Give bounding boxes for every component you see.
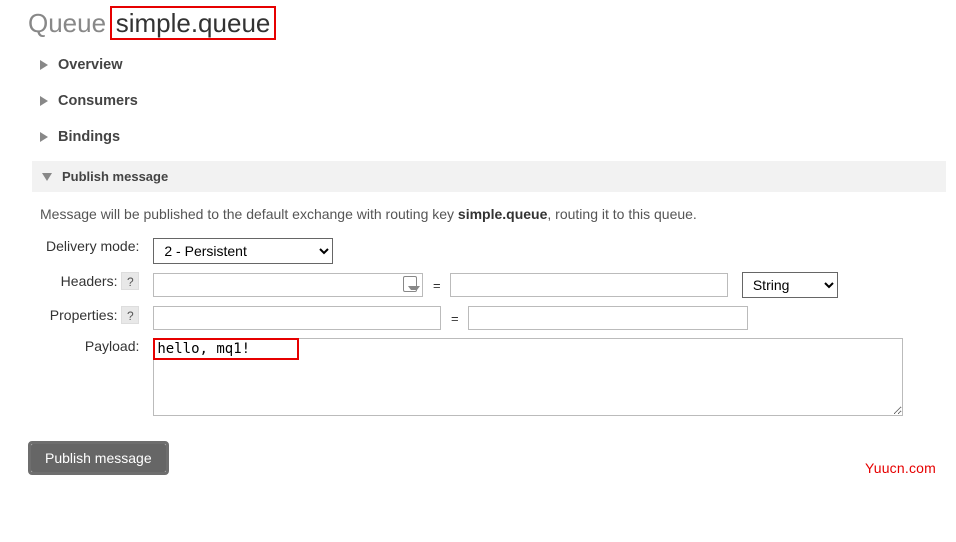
section-overview[interactable]: Overview	[40, 47, 956, 83]
chevron-right-icon	[40, 60, 48, 70]
property-key-input[interactable]	[153, 306, 441, 330]
chevron-right-icon	[40, 96, 48, 106]
chevron-right-icon	[40, 132, 48, 142]
header-value-input[interactable]	[450, 273, 728, 297]
publish-message-button[interactable]: Publish message	[31, 444, 166, 472]
headers-label: Headers:	[61, 273, 118, 289]
payload-label: Payload:	[40, 334, 147, 423]
properties-label: Properties:	[50, 307, 118, 323]
properties-help-icon[interactable]: ?	[121, 306, 139, 324]
watermark-text: Yuucn.com	[865, 460, 936, 476]
section-consumers-label: Consumers	[58, 93, 138, 109]
chevron-down-icon	[42, 173, 52, 181]
headers-help-icon[interactable]: ?	[121, 272, 139, 290]
property-value-input[interactable]	[468, 306, 748, 330]
info-prefix: Message will be published to the default…	[40, 206, 458, 222]
section-publish-message[interactable]: Publish message	[32, 161, 946, 192]
equals-sign: =	[427, 278, 447, 293]
publish-message-panel: Message will be published to the default…	[40, 192, 956, 423]
payload-textarea[interactable]: hello, mq1!	[153, 338, 903, 416]
publish-info-text: Message will be published to the default…	[40, 202, 956, 234]
delivery-mode-select[interactable]: 2 - Persistent	[153, 238, 333, 264]
queue-name: simple.queue	[110, 6, 277, 40]
delivery-mode-label: Delivery mode:	[40, 234, 147, 268]
header-type-select[interactable]: String	[742, 272, 838, 298]
info-suffix: , routing it to this queue.	[547, 206, 696, 222]
section-consumers[interactable]: Consumers	[40, 83, 956, 119]
equals-sign: =	[445, 311, 465, 326]
section-overview-label: Overview	[58, 57, 123, 73]
page-title-label: Queue	[28, 8, 106, 38]
routing-key: simple.queue	[458, 206, 547, 222]
section-bindings[interactable]: Bindings	[40, 119, 956, 155]
section-publish-label: Publish message	[62, 169, 168, 184]
section-bindings-label: Bindings	[58, 129, 120, 145]
header-key-input[interactable]	[153, 273, 423, 297]
